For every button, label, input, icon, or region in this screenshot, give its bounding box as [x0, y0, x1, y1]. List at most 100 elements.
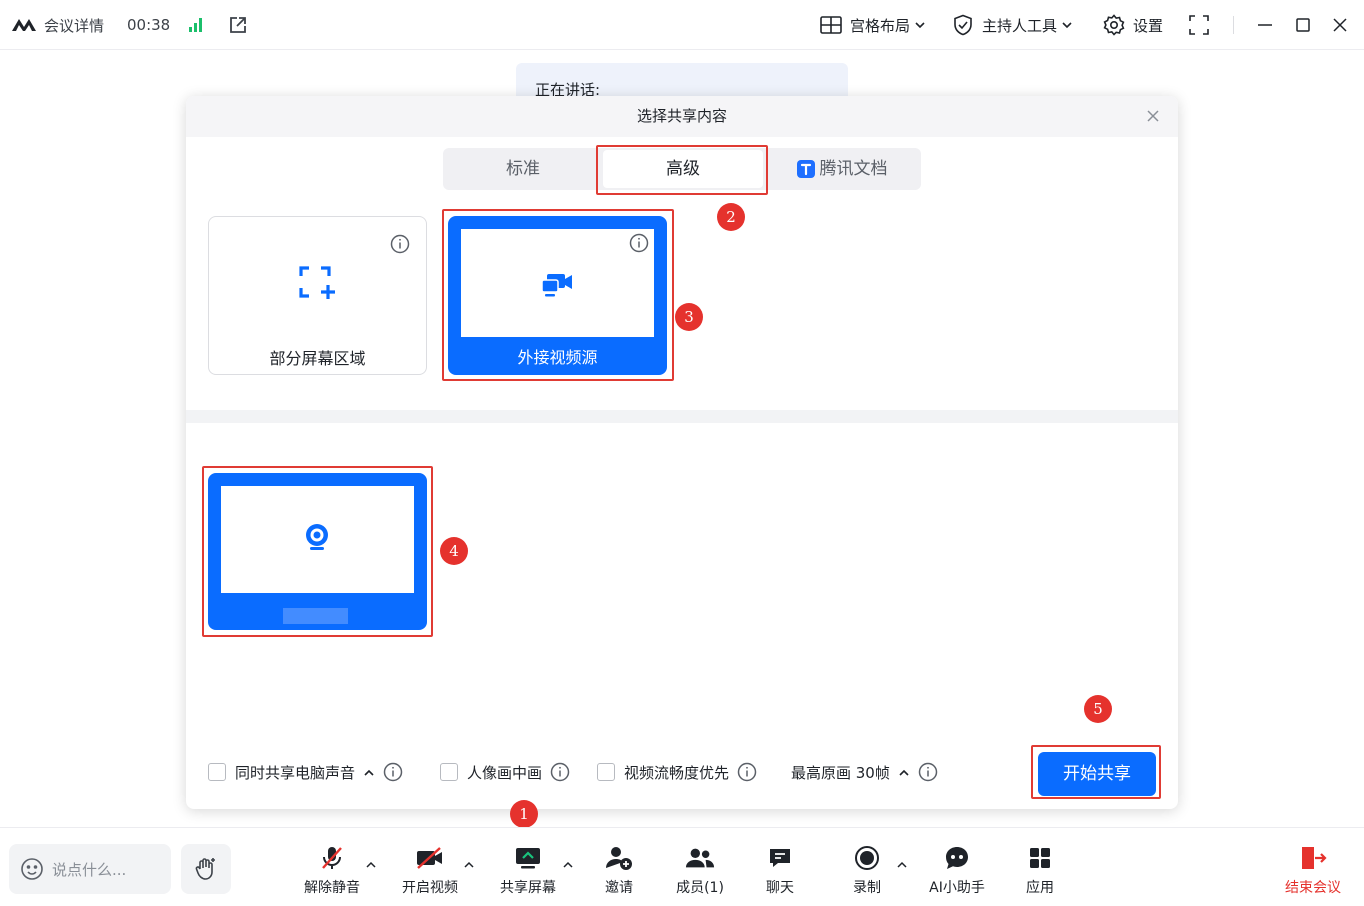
chevron-down-icon	[1062, 21, 1072, 29]
smoothness-option: 视频流畅度优先	[597, 760, 757, 784]
ai-assistant-button[interactable]: AI小助手	[926, 844, 988, 900]
invite-label: 邀请	[605, 880, 633, 896]
chat-label: 聊天	[766, 880, 794, 896]
exit-icon	[1298, 844, 1328, 872]
pip-label: 人像画中画	[467, 763, 543, 782]
tab-tencent-docs[interactable]: 腾讯文档	[763, 148, 921, 190]
quality-label: 最高原画 30帧	[791, 763, 890, 782]
partial-screen-icon	[298, 265, 336, 303]
fullscreen-icon[interactable]	[1188, 0, 1210, 50]
share-audio-label: 同时共享电脑声音	[235, 763, 356, 782]
settings-button[interactable]: 设置	[1103, 0, 1163, 50]
pip-option: 人像画中画	[440, 760, 570, 784]
ai-assistant-label: AI小助手	[929, 880, 985, 896]
meeting-details-label: 会议详情	[44, 16, 105, 35]
app-logo-icon	[12, 18, 40, 32]
external-link-icon[interactable]	[228, 0, 248, 50]
tab-standard-label: 标准	[506, 159, 540, 179]
audio-options-caret[interactable]	[366, 859, 376, 869]
record-options-caret[interactable]	[897, 859, 907, 869]
section-divider	[186, 410, 1178, 423]
chevron-up-icon[interactable]	[363, 766, 375, 778]
settings-label: 设置	[1133, 16, 1164, 35]
dialog-header: 选择共享内容	[186, 96, 1178, 137]
quick-chat-input[interactable]: 说点什么...	[9, 844, 171, 894]
info-icon[interactable]	[390, 234, 410, 254]
record-icon	[852, 844, 882, 872]
device-name-blurred	[283, 608, 348, 624]
members-label: 成员(1)	[676, 880, 724, 896]
signal-icon[interactable]	[189, 0, 204, 50]
smoothness-label: 视频流畅度优先	[624, 763, 730, 782]
smoothness-checkbox[interactable]	[597, 763, 615, 781]
members-icon	[685, 844, 715, 872]
partial-screen-card[interactable]: 部分屏幕区域	[208, 216, 427, 375]
mic-muted-icon	[317, 844, 347, 872]
info-icon[interactable]	[629, 233, 649, 253]
record-label: 录制	[853, 880, 881, 896]
chevron-down-icon	[915, 21, 925, 29]
shield-icon	[953, 14, 973, 36]
external-video-card[interactable]: 外接视频源	[448, 216, 667, 375]
timer-text: 00:38	[127, 16, 171, 34]
minimize-icon[interactable]	[1257, 0, 1273, 50]
grid-layout-label: 宫格布局	[850, 16, 911, 35]
chat-button[interactable]: 聊天	[764, 844, 796, 900]
quality-option[interactable]: 最高原画 30帧	[791, 760, 938, 784]
close-window-icon[interactable]	[1333, 0, 1347, 50]
chat-placeholder: 说点什么...	[52, 860, 127, 879]
tab-tencent-docs-label: 腾讯文档	[819, 159, 888, 179]
unmute-button[interactable]: 解除静音	[302, 844, 362, 900]
members-button[interactable]: 成员(1)	[674, 844, 726, 900]
start-video-label: 开启视频	[402, 880, 458, 896]
info-icon[interactable]	[737, 762, 757, 782]
webcam-icon	[303, 523, 331, 553]
host-tools-label: 主持人工具	[982, 16, 1058, 35]
camera-device-card[interactable]	[208, 473, 427, 630]
record-button[interactable]: 录制	[851, 844, 883, 900]
raise-hand-button[interactable]	[181, 844, 231, 894]
dialog-title: 选择共享内容	[636, 107, 727, 125]
raise-hand-icon	[193, 856, 219, 882]
invite-button[interactable]: 邀请	[600, 844, 638, 900]
video-options-caret[interactable]	[464, 859, 474, 869]
host-tools-button[interactable]: 主持人工具	[953, 0, 1072, 50]
grid-layout-button[interactable]: 宫格布局	[820, 0, 925, 50]
share-screen-icon	[513, 844, 543, 872]
end-meeting-button[interactable]: 结束会议	[1281, 844, 1345, 900]
meeting-details-button[interactable]: 会议详情	[12, 0, 104, 50]
chevron-up-icon[interactable]	[898, 766, 910, 778]
invite-icon	[604, 844, 634, 872]
apps-button[interactable]: 应用	[1023, 844, 1057, 900]
video-off-icon	[415, 844, 445, 872]
share-screen-button[interactable]: 共享屏幕	[497, 844, 559, 900]
end-meeting-label: 结束会议	[1285, 880, 1341, 896]
meeting-timer: 00:38	[127, 0, 170, 50]
apps-label: 应用	[1026, 880, 1054, 896]
tab-advanced-label: 高级	[666, 159, 700, 179]
share-audio-checkbox[interactable]	[208, 763, 226, 781]
video-source-icon	[541, 271, 575, 299]
info-icon[interactable]	[918, 762, 938, 782]
share-screen-label: 共享屏幕	[500, 880, 556, 896]
external-video-label: 外接视频源	[517, 348, 598, 367]
close-icon	[1142, 105, 1164, 127]
tab-standard[interactable]: 标准	[443, 148, 603, 190]
tencent-docs-icon	[796, 160, 815, 178]
info-icon[interactable]	[550, 762, 570, 782]
start-share-button[interactable]: 开始共享	[1038, 752, 1156, 796]
maximize-icon[interactable]	[1295, 0, 1311, 50]
gear-icon	[1103, 14, 1125, 36]
share-content-dialog: 选择共享内容 标准 高级 腾讯文档 部分屏幕区域 外接视频源 同时共享电脑声音 …	[186, 96, 1178, 809]
start-video-button[interactable]: 开启视频	[399, 844, 461, 900]
ai-assistant-icon	[942, 844, 972, 872]
divider	[1233, 16, 1234, 34]
dialog-close-button[interactable]	[1142, 105, 1164, 127]
share-options-caret[interactable]	[563, 859, 573, 869]
info-icon[interactable]	[383, 762, 403, 782]
partial-screen-label: 部分屏幕区域	[269, 349, 366, 368]
emoji-icon	[20, 857, 44, 881]
pip-checkbox[interactable]	[440, 763, 458, 781]
share-tabs: 标准 高级 腾讯文档	[443, 148, 921, 190]
tab-advanced[interactable]: 高级	[603, 150, 763, 188]
